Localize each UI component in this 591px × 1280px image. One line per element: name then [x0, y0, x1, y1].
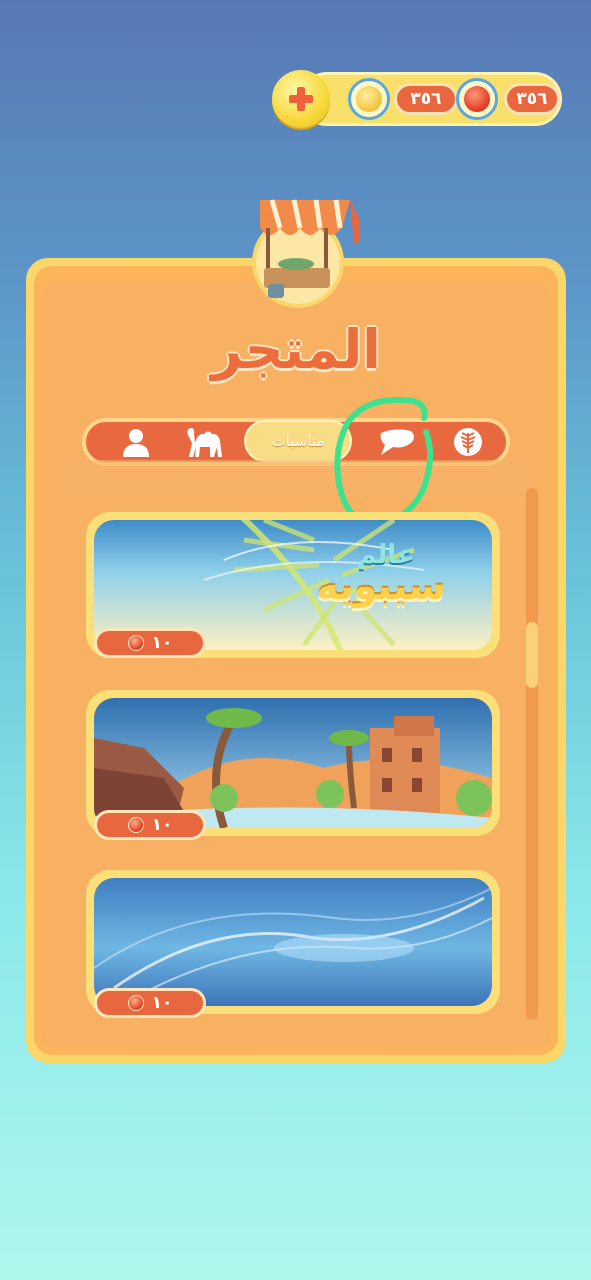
price-badge: ١٠	[94, 988, 206, 1018]
coin-count: ٣٥٦	[504, 83, 560, 115]
price-badge: ١٠	[94, 628, 206, 658]
scrollbar-track[interactable]	[526, 488, 538, 1020]
tab-profile[interactable]	[116, 422, 156, 462]
page-title: المتجر	[211, 318, 381, 381]
item-image-blue-waves	[94, 878, 492, 1006]
red-gem-icon	[456, 78, 498, 120]
tabs-divider	[62, 460, 530, 498]
category-tabs: مناسبات	[82, 418, 510, 466]
annotation-circle	[334, 396, 434, 528]
plus-icon[interactable]	[272, 70, 330, 128]
profile-icon	[123, 429, 149, 457]
red-gem-icon	[127, 817, 144, 833]
scrollbar-thumb[interactable]	[526, 622, 538, 688]
tab-camel[interactable]	[180, 422, 230, 462]
gold-wheat-coin-icon	[348, 78, 390, 120]
item-image-desert-oasis	[94, 698, 492, 828]
shop-item-card[interactable]: عالم سيبويه ١٠	[86, 512, 500, 658]
shop-item-card[interactable]: ١٠	[86, 870, 500, 1018]
gem-count: ٣٥٦	[394, 83, 458, 115]
shop-item-card[interactable]: ١٠	[86, 690, 500, 840]
camel-icon	[187, 428, 222, 457]
price-badge: ١٠	[94, 810, 206, 840]
item-title-line2: سيبويه	[316, 564, 446, 608]
red-gem-icon	[127, 995, 144, 1011]
tab-palm[interactable]	[448, 422, 488, 462]
market-stall-icon	[250, 196, 368, 308]
palm-leaf-icon	[454, 428, 482, 456]
red-gem-icon	[127, 635, 144, 651]
